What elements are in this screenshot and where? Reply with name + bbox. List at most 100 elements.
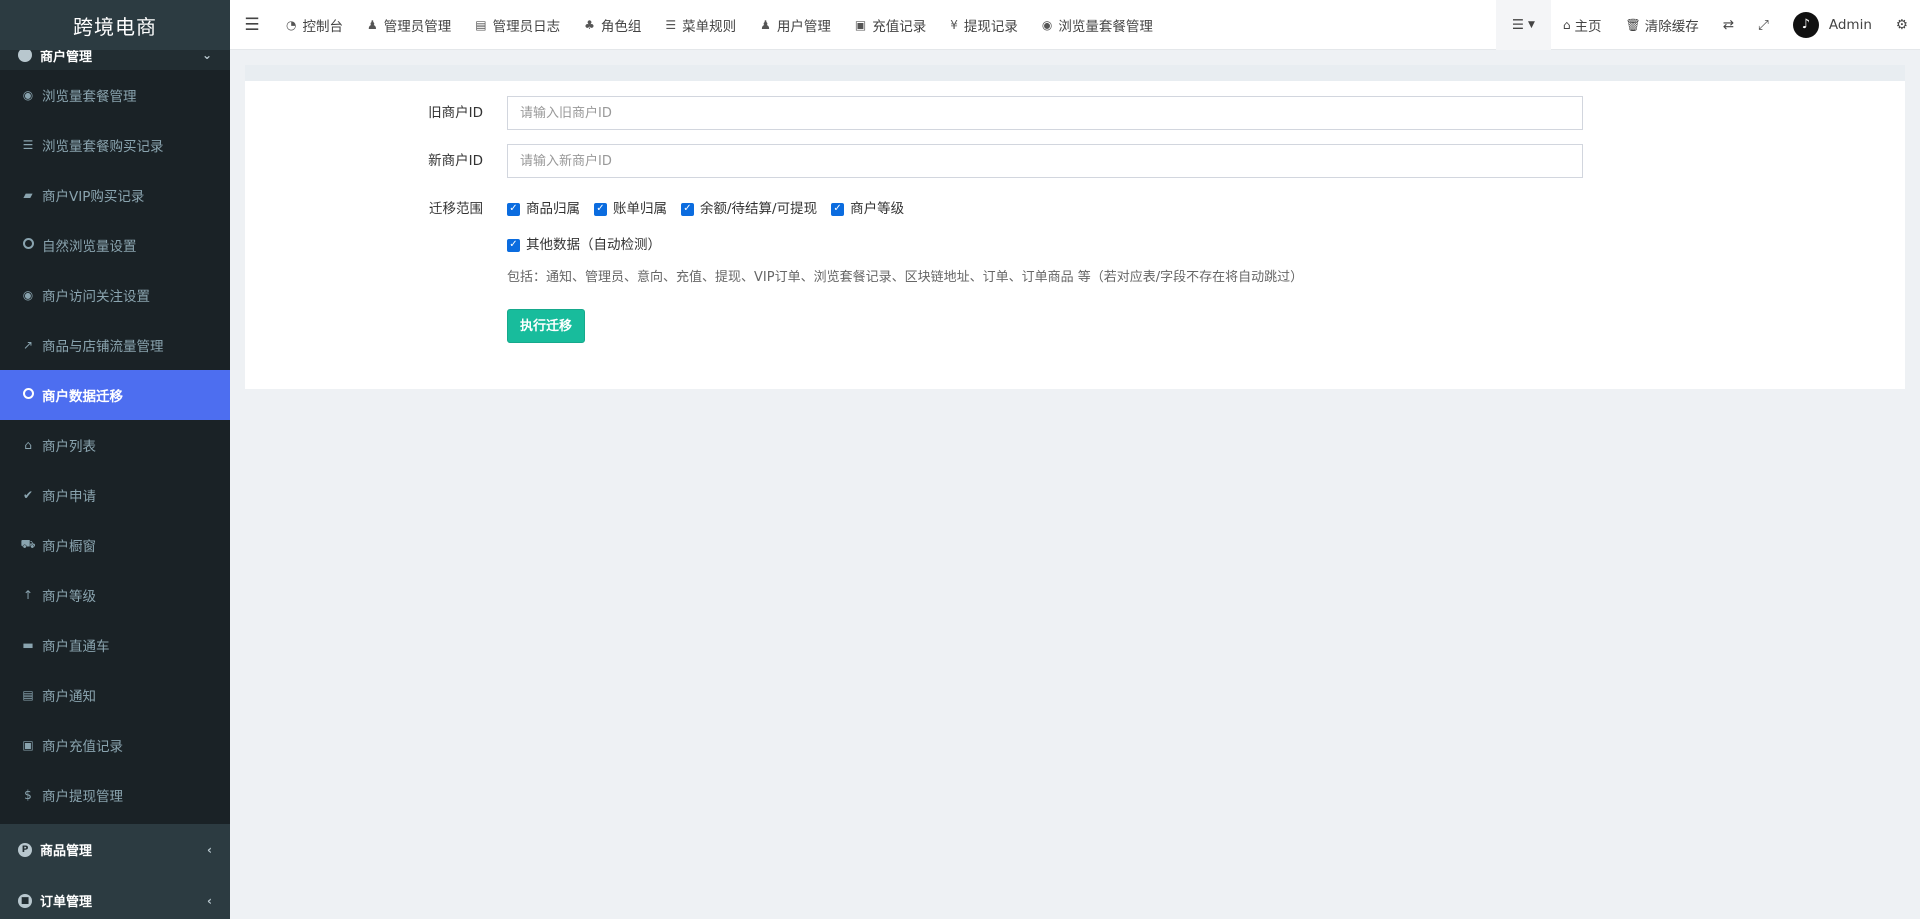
sidebar-group-label: 商户管理 [40,50,93,65]
option-label: 商户等级 [850,201,905,217]
home-link[interactable]: ⌂ 主页 [1551,0,1614,50]
nav-tab[interactable]: ♣ 角色组 [572,0,653,50]
clear-cache-button[interactable]: 🗑 清除缓存 [1614,0,1711,50]
scope-checkboxes: ✓ 商品归属 ✓ 账单归属 ✓ 余额/待结算/可提现 ✓ 商户等级 [507,192,1583,226]
sidebar-item-label: 商户VIP购买记录 [42,189,145,205]
home-icon: ⌂ [24,438,32,452]
eye-icon: ◉ [22,88,34,102]
nav-tab[interactable]: ¥ 提现记录 [938,0,1030,50]
checkbox-checked-icon[interactable]: ✓ [831,202,845,216]
language-button[interactable]: ⇄ [1711,0,1746,50]
sidebar-item-label: 自然浏览量设置 [42,239,137,255]
sidebar-group-products[interactable]: P 商品管理 ‹ [0,824,230,875]
scope-option-products[interactable]: ✓ 商品归属 [507,192,580,226]
nav-tab[interactable]: ▤ 管理员日志 [463,0,572,50]
sidebar-item[interactable]: ◉ 浏览量套餐管理 [0,70,230,120]
sidebar-item-label: 商户提现管理 [42,789,123,805]
cart-icon: ⛟ [20,537,36,551]
expand-icon: ⤢ [1758,16,1769,33]
dashboard-icon: ◔ [286,17,297,32]
nav-tab[interactable]: ◔ 控制台 [274,0,355,50]
nav-tab[interactable]: ♟ 用户管理 [748,0,843,50]
user-name: Admin [1828,16,1872,33]
scope-option-balance[interactable]: ✓ 余额/待结算/可提现 [681,192,817,226]
sidebar-item-label: 商户等级 [42,589,96,605]
sidebar-item[interactable]: ↗ 商品与店铺流量管理 [0,320,230,370]
nav-tab-label: 管理员日志 [492,18,561,35]
fullscreen-button[interactable]: ⤢ [1746,0,1781,50]
sidebar-item[interactable]: ⌂ 商户列表 [0,420,230,470]
nav-tab[interactable]: ◉ 浏览量套餐管理 [1030,0,1165,50]
tabs-dropdown-button[interactable]: ☰ ▼ [1495,0,1551,50]
sidebar-group-orders[interactable]: ■ 订单管理 ‹ [0,875,230,919]
sidebar-menu[interactable]: 商户管理 ⌄ ◉ 浏览量套餐管理 ☰ 浏览量套餐购买记录 ▰ 商户VIP购买记录自然浏览量… [0,50,230,919]
car-icon: ▬ [22,638,34,652]
nav-tab-label: 提现记录 [963,18,1018,35]
sidebar-item[interactable]: ✔ 商户申请 [0,470,230,520]
nav-tab[interactable]: ♟ 管理员管理 [355,0,463,50]
list-icon: ☰ [1511,16,1524,33]
check-circle-icon: ✔ [22,488,34,502]
sidebar-item[interactable]: 自然浏览量设置 [0,220,230,270]
sidebar-item[interactable]: ☰ 浏览量套餐购买记录 [0,120,230,170]
checkbox-checked-icon[interactable]: ✓ [507,238,520,252]
app-logo[interactable]: 跨境电商 [0,0,230,50]
scope-option-level[interactable]: ✓ 商户等级 [831,192,904,226]
nav-tab-label: 管理员管理 [383,18,452,35]
user-menu[interactable]: ♪ Admin [1781,0,1884,50]
sidebar-toggle-button[interactable]: ☰ [230,0,274,50]
sidebar-item-label: 商户通知 [42,689,96,705]
nav-tab[interactable]: ☰ 菜单规则 [653,0,748,50]
nav-tab-label: 角色组 [600,18,642,35]
execute-migration-button[interactable]: 执行迁移 [507,309,586,343]
sidebar-item[interactable]: ▤ 商户通知 [0,670,230,720]
sidebar: 跨境电商 商户管理 ⌄ ◉ 浏览量套餐管理 ☰ 浏览量套餐购买记录 ▰ 商户VIP购买记录… [0,0,230,919]
option-label: 商品归属 [526,201,580,217]
new-id-label: 新商户ID [428,153,483,169]
new-merchant-id-input[interactable] [507,144,1583,178]
bars-icon: ☰ [665,17,677,32]
checkbox-checked-icon[interactable]: ✓ [594,202,607,216]
chevron-down-icon: ⌄ [201,50,212,62]
eye-icon: ◉ [1041,17,1053,32]
money-icon: ▣ [22,738,34,752]
sidebar-group-merchant[interactable]: 商户管理 ⌄ [0,50,230,70]
sidebar-item-label: 商户充值记录 [42,739,123,755]
sidebar-item[interactable]: ▣ 商户充值记录 [0,720,230,770]
checkbox-checked-icon[interactable]: ✓ [681,202,694,216]
clear-cache-label: 清除缓存 [1644,18,1699,35]
nav-tab[interactable]: ▣ 充值记录 [843,0,938,50]
main-content: 旧商户ID 新商户ID 迁移范围 ✓ 商品归属 ✓ [245,65,1905,389]
settings-button[interactable]: ⚙ [1884,0,1920,50]
scope-option-bills[interactable]: ✓ 账单归属 [594,192,667,226]
sidebar-collapsed-groups: P 商品管理 ‹ ■ 订单管理 ‹ [0,824,230,919]
sidebar-item-label: 浏览量套餐购买记录 [42,139,164,155]
sidebar-item[interactable]: ◉ 商户访问关注设置 [0,270,230,320]
sidebar-item-label: 商品与店铺流量管理 [42,339,164,355]
sidebar-item-label: 商户直通车 [42,639,110,655]
circle-icon [20,388,36,402]
home-icon: ⌂ [1562,17,1571,32]
old-id-label: 旧商户ID [428,105,483,121]
sidebar-item[interactable]: 商户数据迁移 [0,370,230,420]
sidebar-item[interactable]: ⛟ 商户橱窗 [0,520,230,570]
dollar-icon: $ [24,788,32,802]
sidebar-item[interactable]: ▰ 商户VIP购买记录 [0,170,230,220]
top-navbar: ☰ ◔ 控制台 ♟ 管理员管理 ▤ 管理员日志 ♣ 角色组 ☰ 菜单规则 ♟ 用户管理 ▣ 充值记录 ¥ 提现… [230,0,1920,50]
sidebar-item[interactable]: $ 商户提现管理 [0,770,230,820]
migration-form: 旧商户ID 新商户ID 迁移范围 ✓ 商品归属 ✓ [245,81,1905,389]
option-label: 余额/待结算/可提现 [700,201,818,217]
scope-option-other[interactable]: ✓ 其他数据（自动检测） [507,228,661,262]
sidebar-item[interactable]: ▬ 商户直通车 [0,620,230,670]
nav-tab-label: 控制台 [302,18,343,35]
nav-tabs: ◔ 控制台 ♟ 管理员管理 ▤ 管理员日志 ♣ 角色组 ☰ 菜单规则 ♟ 用户管理 ▣ 充值记录 ¥ 提现记录… [274,0,1165,50]
sidebar-item[interactable]: ↑ 商户等级 [0,570,230,620]
scope-checkboxes-line2: ✓ 其他数据（自动检测） [507,228,1583,262]
checkbox-checked-icon[interactable]: ✓ [507,202,520,216]
home-label: 主页 [1574,18,1602,35]
newspaper-icon: ▤ [22,688,34,702]
sidebar-item-label: 商户申请 [42,489,96,505]
old-merchant-id-input[interactable] [507,96,1583,130]
sidebar-group-label: 商品管理 [40,844,93,859]
chevron-left-icon: ‹ [207,893,212,908]
